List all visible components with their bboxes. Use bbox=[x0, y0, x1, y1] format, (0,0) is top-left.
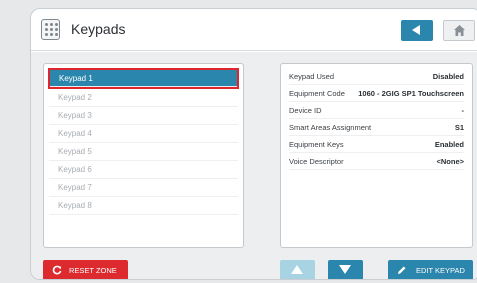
home-button[interactable] bbox=[443, 20, 475, 41]
keypad-list-item[interactable]: Keypad 1 bbox=[48, 68, 239, 89]
reset-zone-label: RESET ZONE bbox=[69, 265, 117, 275]
detail-value: Disabled bbox=[432, 72, 464, 81]
detail-value: Enabled bbox=[434, 140, 464, 149]
keypad-list-item[interactable]: Keypad 8 bbox=[49, 197, 238, 215]
content-area: Keypad 1 Keypad 2 Keypad 3 Keypad 4 Keyp… bbox=[31, 52, 477, 279]
detail-row: Voice Descriptor <None> bbox=[289, 153, 464, 170]
keypad-list-item[interactable]: Keypad 3 bbox=[49, 107, 238, 125]
keypads-panel: Keypads Keypad 1 Keypad 2 Keypad 3 Keypa… bbox=[30, 8, 477, 280]
pencil-icon bbox=[398, 266, 406, 274]
keypad-list: Keypad 1 Keypad 2 Keypad 3 Keypad 4 Keyp… bbox=[43, 63, 244, 248]
move-up-button[interactable] bbox=[280, 260, 315, 279]
detail-row: Equipment Keys Enabled bbox=[289, 136, 464, 153]
move-down-button[interactable] bbox=[328, 260, 363, 279]
reset-zone-button[interactable]: RESET ZONE bbox=[43, 260, 128, 279]
edit-keypad-label: EDIT KEYPAD bbox=[416, 265, 465, 275]
detail-label: Smart Areas Assignment bbox=[289, 123, 372, 132]
edit-keypad-button[interactable]: EDIT KEYPAD bbox=[388, 260, 473, 279]
keypad-list-item[interactable]: Keypad 6 bbox=[49, 161, 238, 179]
detail-value: <None> bbox=[436, 157, 464, 166]
keypad-icon bbox=[41, 19, 60, 40]
keypad-list-item[interactable]: Keypad 7 bbox=[49, 179, 238, 197]
detail-label: Equipment Code bbox=[289, 89, 345, 98]
page-title: Keypads bbox=[71, 21, 126, 37]
detail-value: - bbox=[461, 106, 465, 115]
header-bar: Keypads bbox=[31, 9, 477, 51]
detail-label: Equipment Keys bbox=[289, 140, 344, 149]
detail-row: Smart Areas Assignment S1 bbox=[289, 119, 464, 136]
keypad-details: Keypad Used Disabled Equipment Code 1060… bbox=[280, 63, 473, 248]
detail-row: Equipment Code 1060 - 2GIG SP1 Touchscre… bbox=[289, 85, 464, 102]
detail-label: Voice Descriptor bbox=[289, 157, 344, 166]
keypad-list-item[interactable]: Keypad 5 bbox=[49, 143, 238, 161]
home-icon bbox=[454, 25, 465, 36]
detail-row: Device ID - bbox=[289, 102, 464, 119]
detail-row: Keypad Used Disabled bbox=[289, 68, 464, 85]
detail-value: 1060 - 2GIG SP1 Touchscreen bbox=[358, 89, 464, 98]
detail-label: Keypad Used bbox=[289, 72, 335, 81]
detail-label: Device ID bbox=[289, 106, 322, 115]
keypad-list-item[interactable]: Keypad 2 bbox=[49, 89, 238, 107]
detail-value: S1 bbox=[454, 123, 464, 132]
reset-icon bbox=[52, 265, 62, 275]
back-button[interactable] bbox=[401, 20, 433, 41]
keypad-list-item[interactable]: Keypad 4 bbox=[49, 125, 238, 143]
